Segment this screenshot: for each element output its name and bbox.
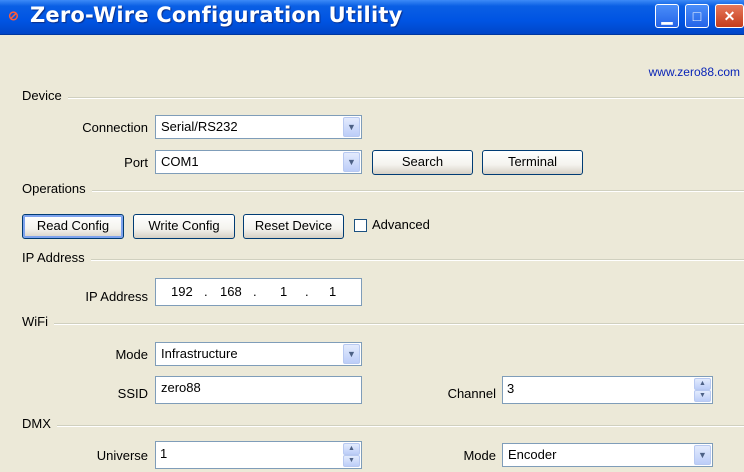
connection-dropdown-button[interactable]: ▼	[343, 117, 360, 137]
arrow-up-icon: ▲	[699, 380, 706, 387]
universe-down-button[interactable]: ▼	[343, 455, 360, 467]
ip-octet-3: 1	[280, 284, 288, 299]
channel-value: 3	[507, 381, 515, 396]
port-dropdown-button[interactable]: ▼	[343, 152, 360, 172]
port-value: COM1	[161, 154, 199, 169]
channel-label: Channel	[447, 386, 496, 401]
operations-group-line	[22, 190, 744, 192]
minimize-button[interactable]: ▁	[655, 4, 679, 28]
chevron-down-icon: ▼	[347, 349, 356, 359]
arrow-down-icon: ▼	[348, 457, 355, 464]
ip-dot-3: .	[305, 284, 309, 299]
ip-address-input[interactable]: 192 . 168 . 1 . 1	[155, 278, 362, 306]
terminal-button[interactable]: Terminal	[482, 150, 583, 175]
ip-group-line	[22, 259, 744, 261]
channel-up-button[interactable]: ▲	[694, 378, 711, 390]
reset-device-button[interactable]: Reset Device	[243, 214, 344, 239]
universe-label: Universe	[96, 448, 148, 463]
connection-label: Connection	[82, 120, 148, 135]
search-button[interactable]: Search	[372, 150, 473, 175]
minimize-icon: ▁	[661, 8, 673, 24]
channel-spinner[interactable]: 3 ▲ ▼	[502, 376, 713, 404]
wifi-mode-dropdown-button[interactable]: ▼	[343, 344, 360, 364]
maximize-button[interactable]: □	[685, 4, 709, 28]
device-group-line	[22, 97, 744, 99]
ip-octet-4: 1	[329, 284, 337, 299]
wifi-mode-label: Mode	[115, 347, 148, 362]
chevron-down-icon: ▼	[698, 450, 707, 460]
dmx-mode-select[interactable]: Encoder ▼	[502, 443, 713, 467]
connection-value: Serial/RS232	[161, 119, 238, 134]
wifi-mode-select[interactable]: Infrastructure ▼	[155, 342, 362, 366]
ip-octet-1: 192	[171, 284, 193, 299]
advanced-checkbox[interactable]	[354, 219, 367, 232]
operations-group-label: Operations	[22, 181, 92, 196]
chevron-down-icon: ▼	[347, 122, 356, 132]
ip-address-label: IP Address	[85, 289, 148, 304]
window-title: Zero-Wire Configuration Utility	[30, 3, 403, 27]
universe-value: 1	[160, 446, 168, 461]
dmx-mode-dropdown-button[interactable]: ▼	[694, 445, 711, 465]
universe-spinner[interactable]: 1 ▲ ▼	[155, 441, 362, 469]
chevron-down-icon: ▼	[347, 157, 356, 167]
arrow-up-icon: ▲	[348, 445, 355, 452]
universe-up-button[interactable]: ▲	[343, 443, 360, 455]
ssid-input[interactable]: zero88	[155, 376, 362, 404]
close-button[interactable]: ✕	[715, 4, 744, 28]
maximize-icon: □	[692, 8, 702, 24]
app-icon: ⊘	[8, 8, 19, 23]
port-label: Port	[124, 155, 148, 170]
wifi-mode-value: Infrastructure	[161, 346, 238, 361]
device-group-label: Device	[22, 88, 68, 103]
ip-dot-2: .	[253, 284, 257, 299]
port-select[interactable]: COM1 ▼	[155, 150, 362, 174]
wifi-group-line	[22, 323, 744, 325]
channel-down-button[interactable]: ▼	[694, 390, 711, 402]
ip-group-label: IP Address	[22, 250, 91, 265]
dmx-mode-value: Encoder	[508, 447, 557, 462]
ip-octet-2: 168	[220, 284, 242, 299]
read-config-button[interactable]: Read Config	[22, 214, 124, 239]
close-icon: ✕	[723, 8, 736, 24]
advanced-label: Advanced	[372, 217, 430, 232]
connection-select[interactable]: Serial/RS232 ▼	[155, 115, 362, 139]
arrow-down-icon: ▼	[699, 392, 706, 399]
dmx-group-line	[22, 425, 744, 427]
dmx-group-label: DMX	[22, 416, 57, 431]
dmx-mode-label: Mode	[463, 448, 496, 463]
ssid-label: SSID	[117, 386, 148, 401]
website-link[interactable]: www.zero88.com	[649, 65, 740, 79]
ip-dot-1: .	[204, 284, 208, 299]
write-config-button[interactable]: Write Config	[133, 214, 235, 239]
wifi-group-label: WiFi	[22, 314, 54, 329]
